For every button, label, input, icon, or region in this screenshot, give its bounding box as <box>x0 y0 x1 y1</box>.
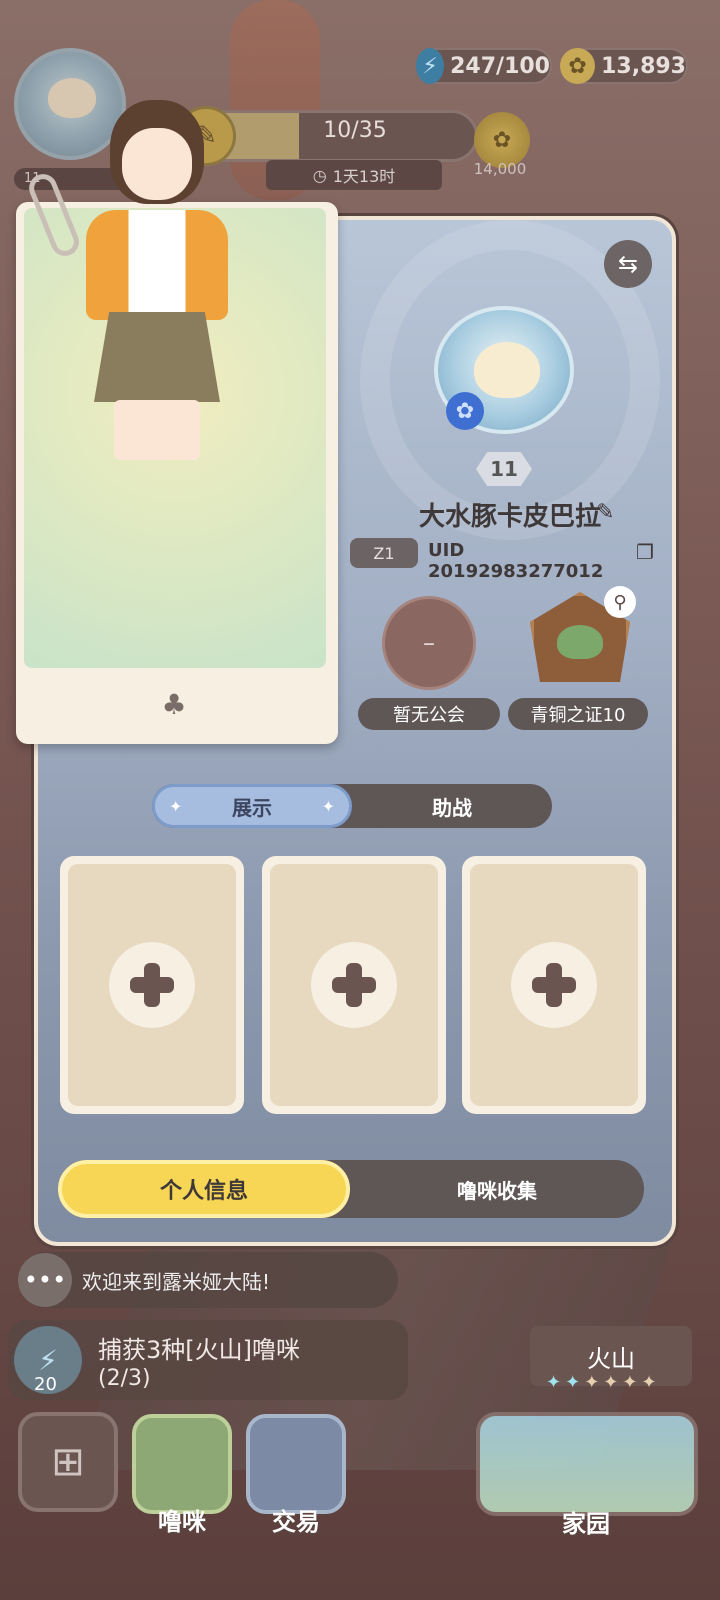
server-zone-badge: Z1 <box>350 538 418 568</box>
task-timer-text: 1天13时 <box>332 167 396 186</box>
showcase-slot-2[interactable] <box>262 856 446 1114</box>
character-jacket <box>86 210 228 320</box>
edit-name-icon[interactable]: ✎ <box>596 500 624 528</box>
star-icon: ✦ <box>546 1372 566 1393</box>
energy-counter[interactable]: ⚡ 247/100 <box>416 48 552 84</box>
coin-icon: ✿ <box>560 48 596 84</box>
player-uid: UID 20192983277012 <box>428 540 604 582</box>
tab-personal-info-label: 个人信息 <box>159 1179 248 1204</box>
star-icon: ✦ <box>565 1372 585 1393</box>
energy-bolt-icon: ⚡ <box>416 48 445 84</box>
copy-uid-icon[interactable]: ❐ <box>636 540 660 564</box>
tab-assist[interactable]: 助战 <box>352 784 552 828</box>
guild-emblem[interactable]: – <box>382 596 476 690</box>
profile-avatar[interactable]: ✿ <box>434 306 574 434</box>
badge-label: 青铜之证10 <box>508 698 648 730</box>
character-legs <box>114 400 200 460</box>
plus-icon <box>511 942 597 1028</box>
pet-button[interactable] <box>132 1414 232 1514</box>
tab-personal-info[interactable]: 个人信息 <box>58 1160 350 1218</box>
tab-assist-label: 助战 <box>432 795 472 820</box>
showcase-slot-1[interactable] <box>60 856 244 1114</box>
task-progress-label: 10/35 <box>323 118 387 143</box>
quest-progress: (2/3) <box>98 1366 151 1391</box>
tab-pet-collection-label: 噜咪收集 <box>457 1178 537 1203</box>
home-button[interactable] <box>476 1412 698 1516</box>
guild-emblem-symbol: – <box>423 629 435 657</box>
sparkle-icon: ✦ <box>169 797 183 816</box>
star-icon: ✦ <box>641 1372 661 1393</box>
guild-label: 暂无公会 <box>358 698 500 730</box>
plus-icon <box>311 942 397 1028</box>
tab-display[interactable]: ✦ 展示 ✦ <box>152 784 352 828</box>
task-reward-value: 14,000 <box>473 160 527 178</box>
star-icon: ✦ <box>622 1372 642 1393</box>
area-name: 火山 <box>587 1344 635 1373</box>
tab-display-label: 展示 <box>232 795 272 820</box>
coin-counter[interactable]: ✿ 13,893 <box>560 48 688 84</box>
area-stars: ✦✦✦✦✦✦ <box>546 1372 661 1393</box>
chat-bar[interactable]: ••• 欢迎来到露米娅大陆! <box>18 1252 398 1308</box>
chat-icon: ••• <box>18 1253 72 1307</box>
home-button-label: 家园 <box>562 1510 610 1538</box>
sparkle-icon: ✦ <box>321 797 335 816</box>
coin-value: 13,893 <box>601 53 686 79</box>
slime-icon <box>557 625 603 659</box>
energy-value: 247/100 <box>450 53 550 79</box>
trade-button[interactable] <box>246 1414 346 1514</box>
clock-icon: ◷ <box>312 165 327 185</box>
showcase-slot-3[interactable] <box>462 856 646 1114</box>
outfit-icon[interactable]: ♣ <box>154 688 194 724</box>
character-face <box>122 128 192 200</box>
plus-icon <box>109 942 195 1028</box>
trade-button-label: 交易 <box>272 1508 320 1536</box>
task-timer: ◷ 1天13时 <box>266 160 442 190</box>
grid-menu-icon: ⊞ <box>51 1439 85 1485</box>
character-skirt <box>94 312 220 402</box>
main-menu-button[interactable]: ⊞ <box>18 1412 118 1512</box>
quest-title: 捕获3种[火山]噜咪 <box>98 1336 300 1364</box>
pet-face-icon <box>48 78 96 118</box>
swap-arrows-icon: ⇆ <box>617 250 639 278</box>
chat-message: 欢迎来到露米娅大陆! <box>82 1269 271 1294</box>
magnifier-icon[interactable]: ⚲ <box>604 586 636 618</box>
flower-frame-icon: ✿ <box>446 392 484 430</box>
star-icon: ✦ <box>584 1372 604 1393</box>
level-badge: 11 <box>476 452 532 486</box>
pet-button-label: 噜咪 <box>158 1508 206 1536</box>
star-icon: ✦ <box>603 1372 623 1393</box>
pet-face-icon <box>474 342 540 398</box>
swap-button[interactable]: ⇆ <box>604 240 652 288</box>
tab-pet-collection[interactable]: 噜咪收集 <box>350 1160 644 1218</box>
quest-energy-cost: 20 <box>34 1374 57 1395</box>
